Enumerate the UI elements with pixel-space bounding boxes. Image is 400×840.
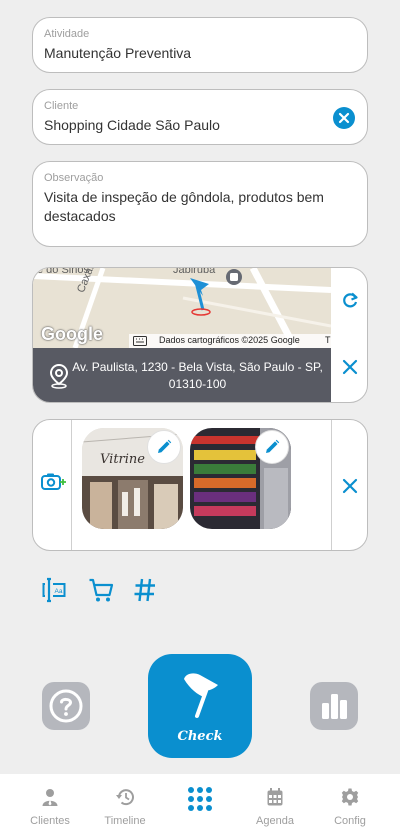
history-icon: [85, 788, 165, 808]
nav-item-home[interactable]: [160, 774, 240, 840]
location-card: e do Sinos Caxambu Jabiruba Google Dados…: [32, 267, 368, 403]
nav-label: Timeline: [104, 815, 146, 827]
close-icon: [338, 112, 350, 124]
add-photo-button[interactable]: [41, 469, 67, 495]
observacao-field[interactable]: Observação Visita de inspeção de gôndola…: [32, 161, 368, 247]
cart-icon: [89, 578, 114, 602]
svg-text:Aa: Aa: [55, 588, 63, 595]
close-icon: [342, 478, 358, 494]
nav-item-timeline[interactable]: Timeline: [85, 774, 165, 840]
map-street-label: Jabiruba: [173, 268, 216, 276]
person-icon: [10, 788, 90, 808]
map-attribution-tail: T: [325, 335, 331, 345]
photo-thumbnail[interactable]: [190, 428, 291, 529]
observacao-label: Observação: [44, 172, 104, 184]
check-label: Check: [177, 729, 223, 744]
hash-button[interactable]: [131, 574, 159, 606]
remove-location-button[interactable]: [337, 354, 363, 380]
stats-button[interactable]: [310, 682, 358, 730]
pencil-icon: [266, 439, 280, 453]
atividade-value[interactable]: Manutenção Preventiva: [44, 44, 353, 63]
refresh-location-button[interactable]: [337, 288, 363, 314]
photo-divider: [331, 420, 332, 550]
map-view[interactable]: e do Sinos Caxambu Jabiruba Google Dados…: [33, 268, 331, 348]
cart-button[interactable]: [87, 574, 115, 606]
cliente-value[interactable]: Shopping Cidade São Paulo: [44, 116, 353, 135]
nav-item-config[interactable]: Config: [310, 774, 390, 840]
nav-label: Clientes: [30, 815, 70, 827]
close-icon: [342, 359, 358, 375]
map-attribution-bar: Dados cartográficos ©2025 Google T: [129, 334, 331, 348]
atividade-field[interactable]: Atividade Manutenção Preventiva: [32, 17, 368, 73]
grid-icon: [160, 786, 240, 811]
bottom-nav: Clientes Timeline Agenda Config: [0, 774, 400, 840]
nav-label: Agenda: [256, 815, 294, 827]
photos-card: Vitrine: [32, 419, 368, 551]
cliente-label: Cliente: [44, 100, 79, 112]
nav-item-agenda[interactable]: Agenda: [235, 774, 315, 840]
help-icon: [49, 689, 83, 723]
google-logo: Google: [41, 324, 103, 344]
flag-icon: [184, 673, 218, 718]
pencil-icon: [158, 439, 172, 453]
nav-label: Config: [334, 815, 366, 827]
photo-divider: [71, 420, 72, 550]
nav-item-clientes[interactable]: Clientes: [10, 774, 90, 840]
observacao-value[interactable]: Visita de inspeção de gôndola, produtos …: [44, 188, 353, 226]
check-button[interactable]: Check: [148, 654, 252, 758]
refresh-icon: [343, 292, 358, 308]
address-bar: Av. Paulista, 1230 - Bela Vista, São Pau…: [33, 348, 331, 402]
bar-chart-icon: [322, 694, 347, 719]
gear-icon: [310, 788, 390, 808]
photo-thumbnail[interactable]: Vitrine: [82, 428, 183, 529]
calendar-icon: [235, 788, 315, 808]
help-button[interactable]: [42, 682, 90, 730]
cliente-field[interactable]: Cliente Shopping Cidade São Paulo: [32, 89, 368, 145]
text-field-button[interactable]: Aa: [40, 574, 68, 606]
edit-photo-button[interactable]: [255, 430, 289, 464]
location-pin-icon: [49, 363, 69, 389]
keyboard-icon: [133, 336, 147, 346]
map-attribution: Dados cartográficos ©2025 Google: [159, 335, 300, 345]
edit-photo-button[interactable]: [147, 430, 181, 464]
hash-icon: [134, 578, 155, 602]
address-text: Av. Paulista, 1230 - Bela Vista, São Pau…: [72, 360, 323, 391]
flag-marker-icon: [190, 278, 211, 316]
text-field-icon: Aa: [42, 577, 66, 603]
atividade-label: Atividade: [44, 28, 90, 40]
clear-cliente-button[interactable]: [333, 107, 355, 129]
remove-photos-button[interactable]: [337, 473, 363, 499]
add-photo-icon: [41, 473, 66, 490]
storefront-sign: Vitrine: [100, 452, 145, 467]
